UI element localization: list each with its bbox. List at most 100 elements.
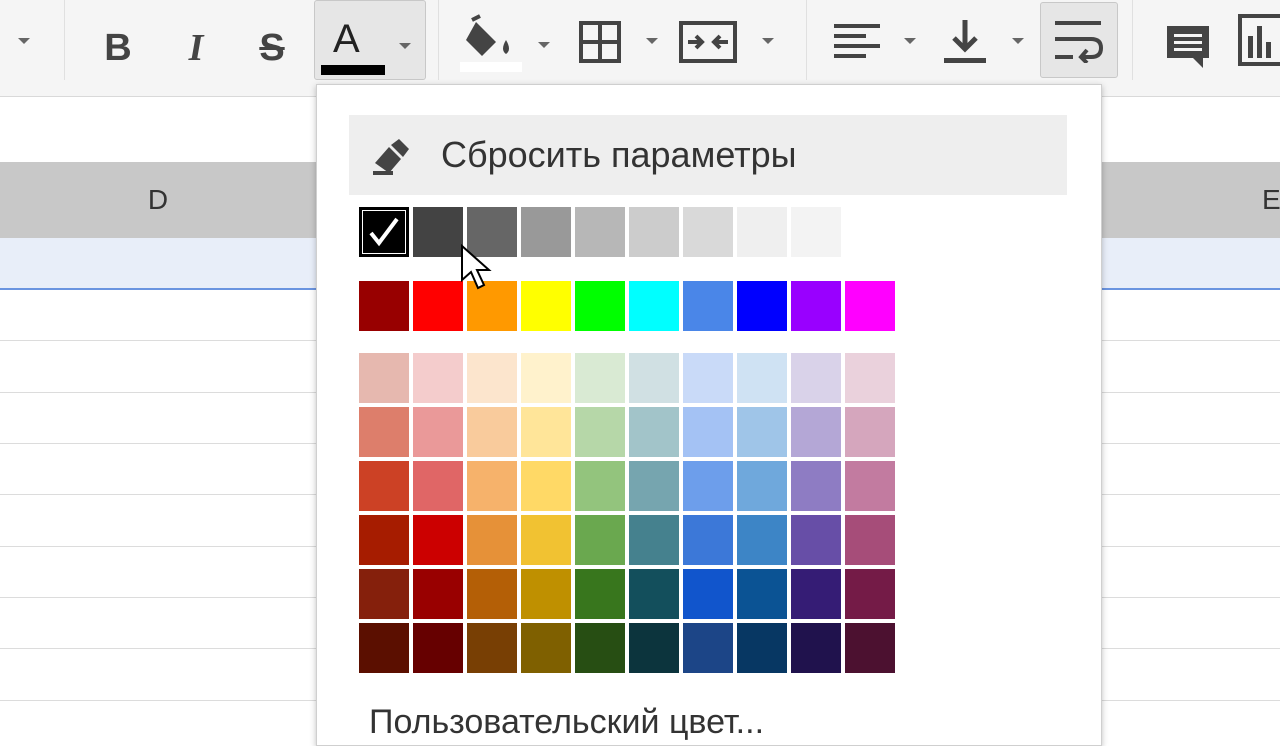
toolbar-more-dropdown[interactable]	[0, 0, 50, 96]
color-swatch[interactable]	[359, 623, 409, 673]
color-swatch[interactable]	[521, 623, 571, 673]
column-header-d[interactable]: D	[0, 162, 316, 238]
wrap-text-button[interactable]	[1040, 2, 1118, 78]
horizontal-align-button[interactable]	[832, 0, 924, 96]
borders-button[interactable]	[572, 0, 666, 96]
color-swatch[interactable]	[737, 353, 787, 403]
color-swatch[interactable]	[413, 569, 463, 619]
color-swatch[interactable]	[467, 461, 517, 511]
color-swatch[interactable]	[521, 353, 571, 403]
color-swatch[interactable]	[683, 623, 733, 673]
color-swatch[interactable]	[845, 281, 895, 331]
color-swatch[interactable]	[845, 623, 895, 673]
color-swatch[interactable]	[575, 281, 625, 331]
color-swatch[interactable]	[521, 281, 571, 331]
fill-color-button[interactable]	[456, 0, 556, 96]
color-swatch[interactable]	[683, 515, 733, 565]
toolbar: B I S A	[0, 0, 1280, 97]
color-swatch[interactable]	[575, 623, 625, 673]
color-swatch[interactable]	[845, 353, 895, 403]
color-swatch[interactable]	[467, 569, 517, 619]
color-swatch[interactable]	[737, 407, 787, 457]
color-swatch[interactable]	[413, 623, 463, 673]
color-swatch[interactable]	[359, 515, 409, 565]
color-swatch[interactable]	[413, 407, 463, 457]
column-header-e[interactable]: E	[1262, 162, 1280, 238]
color-swatch[interactable]	[467, 515, 517, 565]
italic-button[interactable]: I	[170, 0, 222, 96]
toolbar-separator	[1132, 0, 1133, 80]
color-swatch[interactable]	[791, 569, 841, 619]
color-swatch[interactable]	[791, 623, 841, 673]
color-swatch[interactable]	[737, 461, 787, 511]
color-swatch[interactable]	[791, 281, 841, 331]
color-swatch[interactable]	[521, 515, 571, 565]
color-swatch[interactable]	[467, 353, 517, 403]
color-swatch[interactable]	[737, 569, 787, 619]
custom-color-link[interactable]: Пользовательский цвет...	[369, 703, 764, 742]
color-swatch[interactable]	[359, 569, 409, 619]
color-swatch[interactable]	[629, 623, 679, 673]
color-swatch[interactable]	[683, 407, 733, 457]
color-swatch[interactable]	[791, 207, 841, 257]
merge-cells-button[interactable]	[676, 0, 786, 96]
color-swatch[interactable]	[521, 569, 571, 619]
color-swatch[interactable]	[413, 353, 463, 403]
caret-down-icon	[538, 42, 550, 48]
color-swatch[interactable]	[737, 515, 787, 565]
color-swatch[interactable]	[629, 515, 679, 565]
color-swatch[interactable]	[467, 407, 517, 457]
color-swatch[interactable]	[845, 515, 895, 565]
color-swatch[interactable]	[683, 353, 733, 403]
color-swatch[interactable]	[845, 569, 895, 619]
color-swatch[interactable]	[737, 281, 787, 331]
color-swatch[interactable]	[575, 515, 625, 565]
color-swatch[interactable]	[683, 281, 733, 331]
color-swatch[interactable]	[629, 353, 679, 403]
caret-down-icon	[904, 38, 916, 44]
color-swatch[interactable]	[575, 569, 625, 619]
color-swatch[interactable]	[737, 623, 787, 673]
color-swatch[interactable]	[413, 515, 463, 565]
color-swatch[interactable]	[521, 461, 571, 511]
color-swatch[interactable]	[629, 207, 679, 257]
color-swatch[interactable]	[575, 461, 625, 511]
color-swatch[interactable]	[845, 461, 895, 511]
strikethrough-button[interactable]: S	[246, 0, 298, 96]
color-swatch[interactable]	[521, 407, 571, 457]
color-swatch[interactable]	[413, 281, 463, 331]
wrap-text-icon	[1055, 21, 1103, 63]
color-swatch[interactable]	[683, 461, 733, 511]
bold-button[interactable]: B	[92, 0, 144, 96]
color-swatch[interactable]	[683, 569, 733, 619]
color-swatch[interactable]	[683, 207, 733, 257]
color-swatch[interactable]	[629, 407, 679, 457]
color-swatch[interactable]	[359, 353, 409, 403]
color-swatch[interactable]	[467, 623, 517, 673]
color-swatch[interactable]	[359, 461, 409, 511]
color-swatch[interactable]	[359, 207, 409, 257]
color-swatch[interactable]	[791, 353, 841, 403]
reset-color-button[interactable]: Сбросить параметры	[349, 115, 1067, 195]
color-swatch[interactable]	[359, 281, 409, 331]
color-swatch[interactable]	[629, 281, 679, 331]
color-swatch[interactable]	[845, 407, 895, 457]
color-swatch[interactable]	[575, 407, 625, 457]
color-swatch[interactable]	[629, 569, 679, 619]
color-swatch[interactable]	[791, 407, 841, 457]
color-swatch[interactable]	[413, 207, 463, 257]
color-swatch[interactable]	[791, 515, 841, 565]
color-swatch[interactable]	[521, 207, 571, 257]
color-swatch[interactable]	[629, 461, 679, 511]
insert-chart-button[interactable]	[1232, 0, 1280, 96]
caret-down-icon	[399, 43, 411, 49]
color-swatch[interactable]	[737, 207, 787, 257]
insert-comment-button[interactable]	[1156, 0, 1220, 96]
vertical-align-button[interactable]	[940, 0, 1032, 96]
color-swatch[interactable]	[791, 461, 841, 511]
color-swatch[interactable]	[413, 461, 463, 511]
color-swatch[interactable]	[575, 207, 625, 257]
text-color-button[interactable]: A	[314, 0, 426, 80]
color-swatch[interactable]	[575, 353, 625, 403]
color-swatch[interactable]	[359, 407, 409, 457]
